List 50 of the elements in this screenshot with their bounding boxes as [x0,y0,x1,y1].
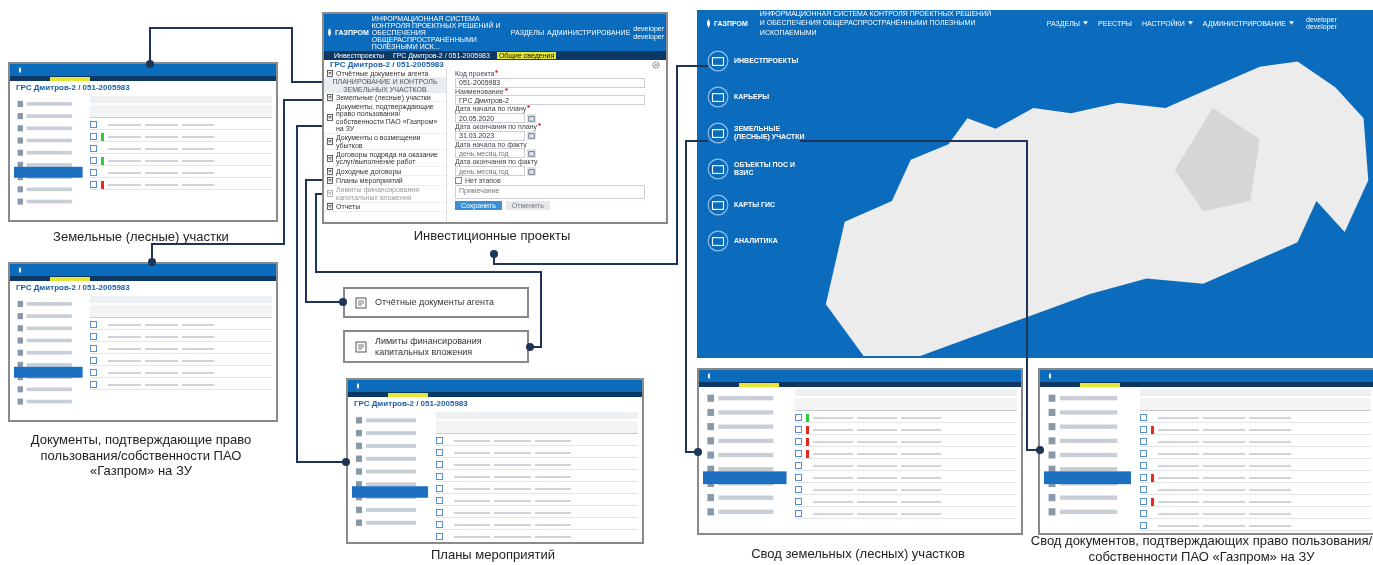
flame-logo-icon [16,266,24,274]
settings-icon[interactable] [652,60,660,69]
section-icon [707,230,729,252]
document-icon [327,138,333,146]
document-icon [327,69,333,77]
screenshot-caption: Документы, подтверждающие право пользования/собственности ПАО «Газпром» на ЗУ [29,432,253,479]
callout-label: Лимиты финансирования капитальных вложения [375,335,483,358]
document-icon [355,340,367,353]
document-icon [327,114,333,122]
breadcrumb-highlight [739,382,779,387]
flame-logo-icon [326,28,333,37]
document-icon [327,203,333,211]
breadcrumb-highlight [1080,382,1120,387]
flame-logo-icon [16,66,24,74]
calendar-icon[interactable] [527,166,536,176]
screenshot-caption: Свод документов, подтверждающих право пользования/собственности ПАО «Газпром» на ЗУ [1030,533,1373,565]
flame-logo-icon [705,372,713,380]
callout-label: Отчётные документы агента [375,297,494,308]
section-icon [707,194,729,216]
document-icon [327,154,333,162]
section-icon [707,158,729,180]
caret-icon [1187,21,1193,25]
checkbox[interactable] [455,177,462,185]
screenshot-caption: Свод земельных (лесных) участков [750,546,966,562]
calendar-icon[interactable] [527,131,536,141]
breadcrumb-highlight [50,276,90,281]
page-title: ГРС Дмитров-2 / 051-2005983 [353,398,469,410]
section-icon [707,86,729,108]
page-title: ГРС Дмитров-2 / 051-2005983 [15,282,131,294]
document-icon [327,167,333,175]
document-icon [327,177,333,185]
document-icon [327,190,333,198]
flame-logo-icon [354,382,362,390]
breadcrumb-highlight [388,392,428,397]
page-title: ГРС Дмитров-2 / 051-2005983 [330,60,444,69]
breadcrumb-highlight [50,76,90,81]
screenshot-caption: Планы мероприятий [430,547,556,563]
document-icon [327,93,333,101]
flame-logo-icon [1046,372,1054,380]
screenshot-caption: Земельные (лесные) участки [52,229,230,245]
page-title: ГРС Дмитров-2 / 051-2005983 [15,82,131,94]
document-icon [355,296,367,309]
calendar-icon[interactable] [527,113,536,123]
caret-icon [1083,21,1089,25]
caret-icon [1289,21,1295,25]
screenshot-caption: Инвестиционные проекты [412,228,572,244]
section-icon [707,122,729,144]
section-icon [707,50,729,72]
calendar-icon[interactable] [527,148,536,158]
flame-logo-icon [705,18,712,28]
